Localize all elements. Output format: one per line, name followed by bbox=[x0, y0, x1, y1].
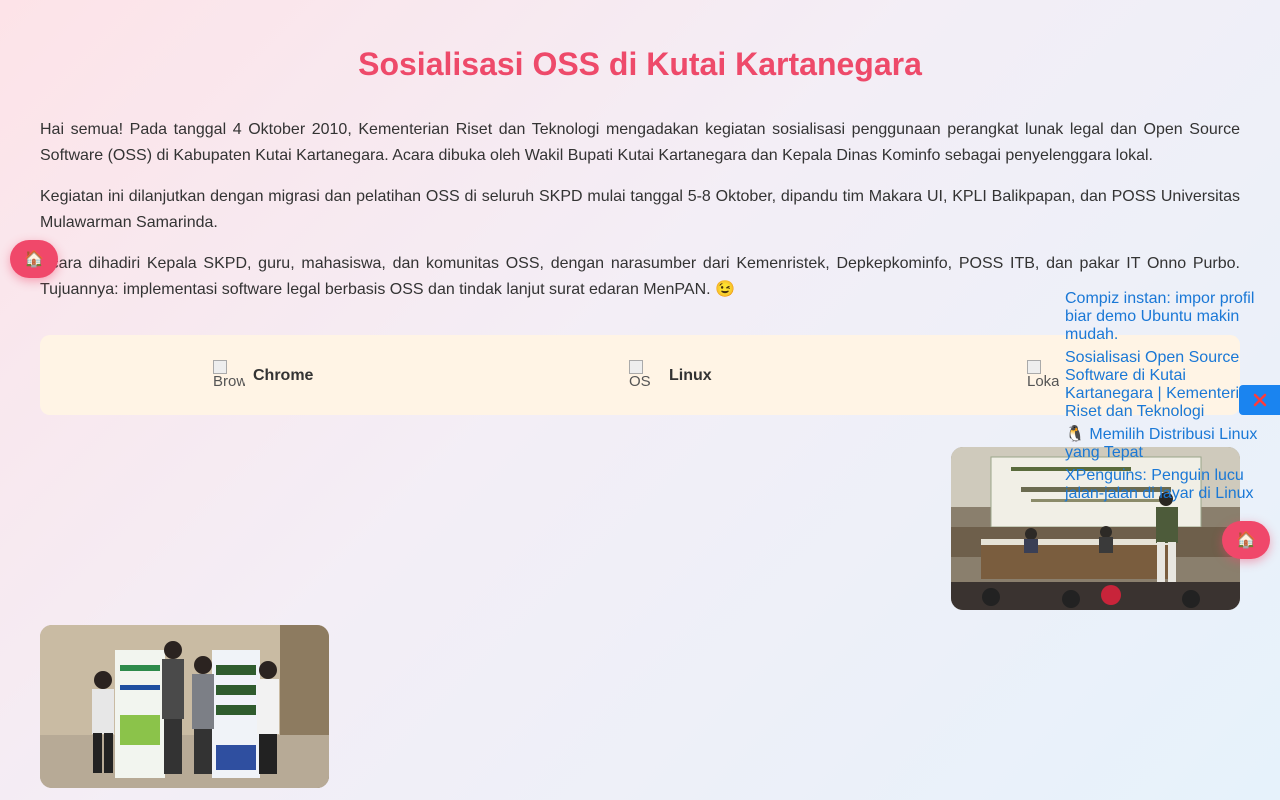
close-button[interactable] bbox=[1239, 385, 1280, 415]
close-x-icon bbox=[1253, 393, 1266, 407]
related-link[interactable]: XPenguins: Penguin lucu jalan-jalan di l… bbox=[1065, 467, 1270, 503]
article-paragraph: Kegiatan ini dilanjutkan dengan migrasi … bbox=[40, 188, 1240, 231]
home-button[interactable]: 🏠 bbox=[1222, 521, 1270, 559]
browser-icon: Browser bbox=[213, 360, 245, 392]
article-paragraph: Acara dihadiri Kepala SKPD, guru, mahasi… bbox=[40, 255, 1240, 298]
home-button[interactable]: 🏠 bbox=[10, 240, 58, 278]
info-bar: Browser Chrome OS Linux Lokasi bbox=[40, 335, 1240, 415]
info-item-browser: Browser Chrome bbox=[213, 360, 313, 392]
article-title: Sosialisasi OSS di Kutai Kartanegara bbox=[358, 46, 922, 82]
home-icon: 🏠 bbox=[24, 251, 44, 268]
info-item-location: Lokasi bbox=[1027, 360, 1067, 392]
article-paragraph: Hai semua! Pada tanggal 4 Oktober 2010, … bbox=[40, 121, 1240, 164]
home-icon: 🏠 bbox=[1236, 532, 1256, 549]
related-link[interactable]: Compiz instan: impor profil biar demo Ub… bbox=[1065, 290, 1270, 344]
info-item-label: Chrome bbox=[253, 367, 314, 384]
info-item-os: OS Linux bbox=[629, 360, 712, 392]
location-icon: Lokasi bbox=[1027, 360, 1059, 392]
banner-photo bbox=[40, 625, 329, 788]
related-link[interactable]: 🐧 Memilih Distribusi Linux yang Tepat bbox=[1065, 426, 1270, 462]
info-item-label: Linux bbox=[669, 367, 712, 384]
os-icon: OS bbox=[629, 360, 661, 392]
